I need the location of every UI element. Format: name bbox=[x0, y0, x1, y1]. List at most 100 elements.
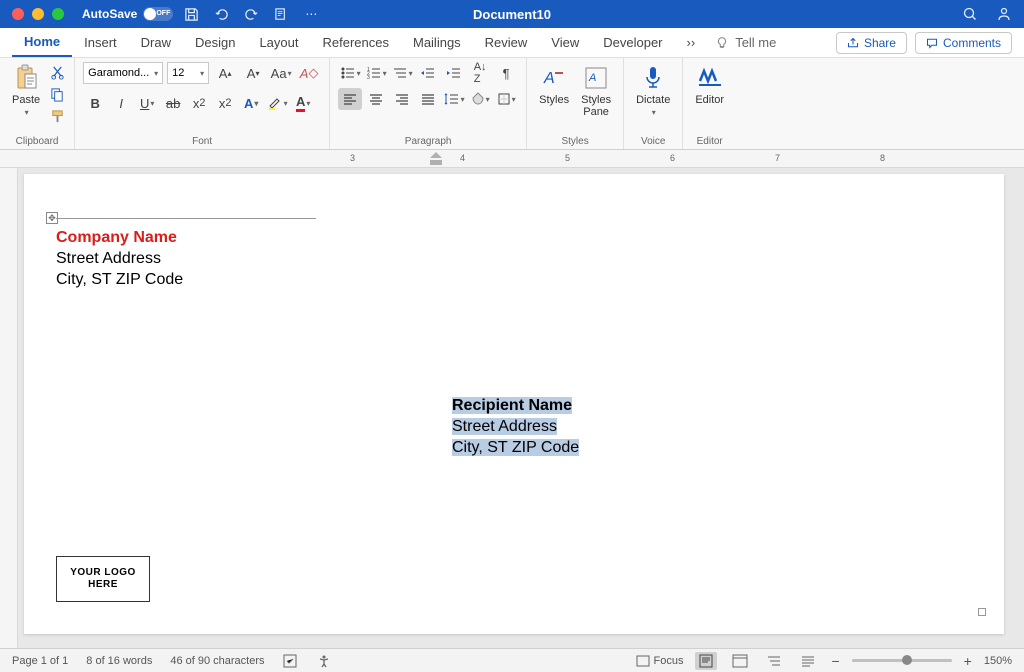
align-left-icon[interactable] bbox=[338, 88, 362, 110]
superscript-button[interactable]: x2 bbox=[213, 92, 237, 114]
page-count[interactable]: Page 1 of 1 bbox=[12, 655, 68, 667]
font-color-icon[interactable]: A▾ bbox=[291, 92, 315, 114]
lightbulb-icon bbox=[715, 36, 729, 50]
editor-button[interactable]: Editor bbox=[691, 62, 728, 108]
tab-developer[interactable]: Developer bbox=[591, 28, 674, 57]
window-controls bbox=[12, 8, 64, 20]
recipient-address[interactable]: Recipient Name Street Address City, ST Z… bbox=[452, 396, 579, 458]
zoom-in-button[interactable]: + bbox=[964, 653, 972, 669]
tab-references[interactable]: References bbox=[311, 28, 401, 57]
change-case-icon[interactable]: Aa▾ bbox=[269, 62, 293, 84]
tab-layout[interactable]: Layout bbox=[247, 28, 310, 57]
accessibility-icon[interactable] bbox=[317, 654, 331, 668]
undo-icon[interactable] bbox=[213, 6, 229, 22]
quick-access-toolbar: ⋯ bbox=[183, 6, 319, 22]
draft-view-icon[interactable] bbox=[797, 652, 819, 670]
focus-mode[interactable]: Focus bbox=[636, 655, 684, 667]
recipient-name: Recipient Name bbox=[452, 397, 572, 414]
company-name: Company Name bbox=[56, 228, 183, 249]
outline-view-icon[interactable] bbox=[763, 652, 785, 670]
comments-button[interactable]: Comments bbox=[915, 32, 1012, 54]
zoom-out-button[interactable]: − bbox=[831, 653, 839, 669]
web-layout-view-icon[interactable] bbox=[729, 652, 751, 670]
autosave-toggle[interactable]: AutoSave OFF bbox=[82, 7, 173, 21]
sender-city: City, ST ZIP Code bbox=[56, 270, 183, 291]
underline-button[interactable]: U▾ bbox=[135, 92, 159, 114]
share-button[interactable]: Share bbox=[836, 32, 907, 54]
redo-icon[interactable] bbox=[243, 6, 259, 22]
indent-marker-icon[interactable] bbox=[430, 152, 442, 166]
horizontal-ruler[interactable]: 3 4 5 6 7 8 bbox=[0, 150, 1024, 168]
align-right-icon[interactable] bbox=[390, 88, 414, 110]
bold-button[interactable]: B bbox=[83, 92, 107, 114]
shrink-font-icon[interactable]: A▾ bbox=[241, 62, 265, 84]
grow-font-icon[interactable]: A▴ bbox=[213, 62, 237, 84]
tab-insert[interactable]: Insert bbox=[72, 28, 129, 57]
paste-button[interactable]: Paste ▾ bbox=[8, 62, 44, 119]
group-styles: A Styles A Styles Pane Styles bbox=[527, 58, 624, 149]
close-window[interactable] bbox=[12, 8, 24, 20]
group-voice: Dictate ▾ Voice bbox=[624, 58, 683, 149]
group-paragraph: ▾ 123▾ ▾ A↓Z ¶ ▾ ▾ ▾ Paragraph bbox=[330, 58, 527, 149]
tab-draw[interactable]: Draw bbox=[129, 28, 183, 57]
sender-underline bbox=[56, 218, 316, 219]
styles-button[interactable]: A Styles bbox=[535, 62, 573, 108]
justify-icon[interactable] bbox=[416, 88, 440, 110]
shading-icon[interactable]: ▾ bbox=[468, 88, 492, 110]
save-icon[interactable] bbox=[183, 6, 199, 22]
bullets-icon[interactable]: ▾ bbox=[338, 62, 362, 84]
account-icon[interactable] bbox=[996, 6, 1012, 22]
cut-icon[interactable] bbox=[48, 64, 66, 80]
show-marks-icon[interactable]: ¶ bbox=[494, 62, 518, 84]
toggle-switch[interactable]: OFF bbox=[143, 7, 173, 21]
tell-me[interactable]: Tell me bbox=[715, 35, 776, 50]
word-count[interactable]: 8 of 16 words bbox=[86, 655, 152, 667]
strike-button[interactable]: ab bbox=[161, 92, 185, 114]
styles-pane-button[interactable]: A Styles Pane bbox=[577, 62, 615, 120]
status-bar: Page 1 of 1 8 of 16 words 46 of 90 chara… bbox=[0, 648, 1024, 672]
logo-placeholder[interactable]: YOUR LOGO HERE bbox=[56, 556, 150, 602]
minimize-window[interactable] bbox=[32, 8, 44, 20]
template-icon[interactable] bbox=[273, 6, 289, 22]
vertical-ruler[interactable] bbox=[0, 168, 18, 648]
title-bar: AutoSave OFF ⋯ Document10 bbox=[0, 0, 1024, 28]
numbering-icon[interactable]: 123▾ bbox=[364, 62, 388, 84]
decrease-indent-icon[interactable] bbox=[416, 62, 440, 84]
sender-street: Street Address bbox=[56, 249, 183, 270]
clear-format-icon[interactable]: A◇ bbox=[297, 62, 321, 84]
print-layout-view-icon[interactable] bbox=[695, 652, 717, 670]
text-effects-icon[interactable]: A▾ bbox=[239, 92, 263, 114]
tab-mailings[interactable]: Mailings bbox=[401, 28, 473, 57]
maximize-window[interactable] bbox=[52, 8, 64, 20]
search-icon[interactable] bbox=[962, 6, 978, 22]
highlight-icon[interactable]: ▾ bbox=[265, 92, 289, 114]
tab-home[interactable]: Home bbox=[12, 28, 72, 57]
sender-address[interactable]: Company Name Street Address City, ST ZIP… bbox=[56, 228, 183, 290]
tab-overflow[interactable]: ›› bbox=[675, 28, 708, 57]
multilevel-icon[interactable]: ▾ bbox=[390, 62, 414, 84]
zoom-level[interactable]: 150% bbox=[984, 655, 1012, 667]
format-painter-icon[interactable] bbox=[48, 108, 66, 124]
char-count[interactable]: 46 of 90 characters bbox=[170, 655, 264, 667]
tab-design[interactable]: Design bbox=[183, 28, 247, 57]
font-name-select[interactable]: Garamond...▾ bbox=[83, 62, 163, 84]
spell-check-icon[interactable] bbox=[283, 654, 299, 668]
italic-button[interactable]: I bbox=[109, 92, 133, 114]
resize-handle-icon[interactable] bbox=[978, 608, 986, 616]
sort-icon[interactable]: A↓Z bbox=[468, 62, 492, 84]
line-spacing-icon[interactable]: ▾ bbox=[442, 88, 466, 110]
more-icon[interactable]: ⋯ bbox=[303, 6, 319, 22]
dictate-button[interactable]: Dictate ▾ bbox=[632, 62, 674, 119]
document-page[interactable]: ✥ Company Name Street Address City, ST Z… bbox=[24, 174, 1004, 634]
zoom-slider[interactable] bbox=[852, 659, 952, 662]
align-center-icon[interactable] bbox=[364, 88, 388, 110]
increase-indent-icon[interactable] bbox=[442, 62, 466, 84]
subscript-button[interactable]: x2 bbox=[187, 92, 211, 114]
group-font: Garamond...▾ 12▾ A▴ A▾ Aa▾ A◇ B I U▾ ab … bbox=[75, 58, 330, 149]
font-size-select[interactable]: 12▾ bbox=[167, 62, 209, 84]
svg-text:A: A bbox=[588, 72, 596, 84]
borders-icon[interactable]: ▾ bbox=[494, 88, 518, 110]
tab-view[interactable]: View bbox=[539, 28, 591, 57]
copy-icon[interactable] bbox=[48, 86, 66, 102]
tab-review[interactable]: Review bbox=[473, 28, 540, 57]
